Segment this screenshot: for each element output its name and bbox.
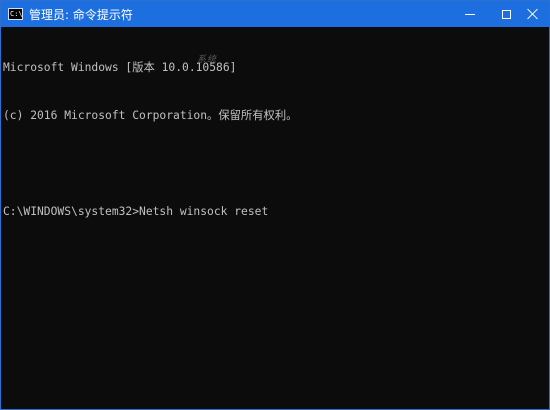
console-line-version: Microsoft Windows [版本 10.0.10586]	[3, 61, 237, 74]
minimize-icon	[464, 13, 475, 15]
console-output[interactable]: Microsoft Windows [版本 10.0.10586] (c) 20…	[3, 28, 543, 408]
title-bar[interactable]: C:\ 管理员: 命令提示符	[1, 1, 549, 27]
close-button[interactable]	[517, 1, 549, 27]
minimize-button[interactable]	[451, 1, 488, 27]
maximize-icon	[502, 9, 511, 19]
window-title: 管理员: 命令提示符	[29, 8, 133, 22]
close-icon	[527, 8, 539, 20]
cmd-icon: C:\	[8, 8, 23, 20]
console-line-copyright: (c) 2016 Microsoft Corporation。保留所有权利。	[3, 109, 298, 122]
console-line-command: C:\WINDOWS\system32>Netsh winsock reset	[3, 205, 269, 218]
command-prompt-window: C:\ 管理员: 命令提示符 Microsoft Windows [版本 10.…	[0, 0, 550, 410]
watermark: 系统	[197, 55, 218, 65]
